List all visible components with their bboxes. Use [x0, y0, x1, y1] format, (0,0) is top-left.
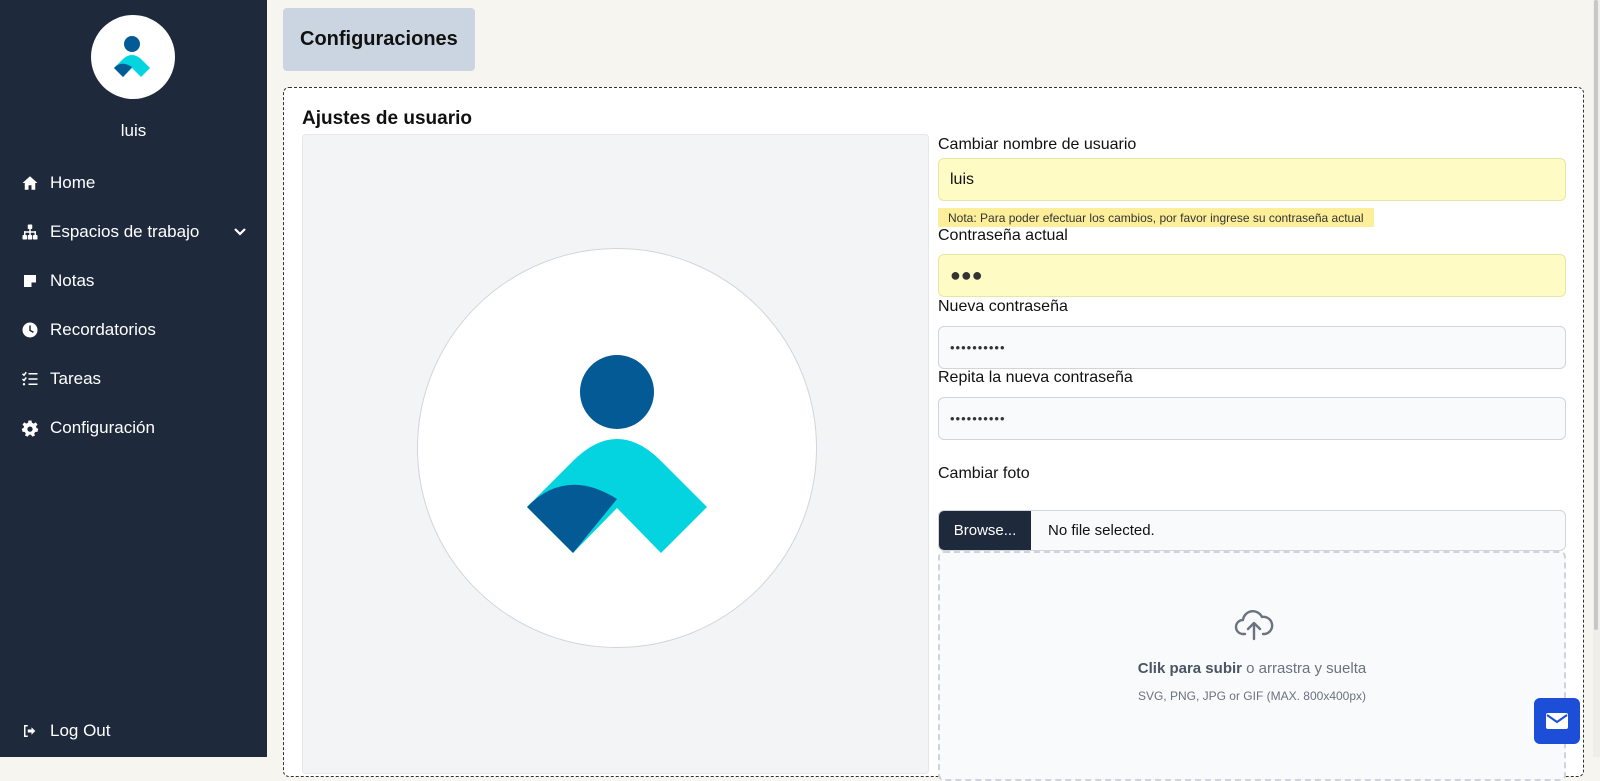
browse-button[interactable]: Browse...	[939, 511, 1031, 550]
file-status: No file selected.	[1048, 522, 1155, 539]
dropzone-text: Clik para subir o arrastra y suelta	[940, 660, 1564, 677]
dropzone-hint: SVG, PNG, JPG or GIF (MAX. 800x400px)	[1137, 689, 1367, 703]
panel-title: Ajustes de usuario	[302, 108, 472, 129]
user-settings-panel: Ajustes de usuario Cambiar nombre de usu…	[283, 87, 1584, 781]
mail-icon	[1546, 713, 1568, 729]
page-scrollbar[interactable]	[1593, 0, 1600, 757]
logout-button[interactable]: Log Out	[20, 719, 111, 743]
chevron-down-icon[interactable]	[232, 224, 248, 240]
main-content: Configuraciones Ajustes de usuario Cambi…	[267, 0, 1600, 781]
logout-icon	[20, 721, 40, 741]
task-list-icon	[20, 369, 40, 389]
sidebar-item-tareas[interactable]: Tareas	[20, 367, 101, 391]
sidebar-item-home[interactable]: Home	[20, 171, 95, 195]
sitemap-icon	[20, 222, 40, 242]
clock-icon	[20, 320, 40, 340]
current-password-input[interactable]: ●●●	[938, 254, 1566, 297]
sidebar-item-label: Recordatorios	[50, 320, 156, 339]
user-logo-icon	[114, 36, 150, 77]
new-password-label: Nueva contraseña	[938, 298, 1068, 315]
username-input[interactable]: luis	[938, 158, 1566, 201]
repeat-password-input[interactable]: ••••••••••	[938, 397, 1566, 440]
page-title: Configuraciones	[283, 8, 475, 71]
sidebar-item-recordatorios[interactable]: Recordatorios	[20, 318, 156, 342]
contact-mail-button[interactable]	[1534, 698, 1580, 744]
password-note: Nota: Para poder efectuar los cambios, p…	[938, 208, 1374, 227]
sidebar-item-label: Notas	[50, 271, 95, 290]
sidebar-item-notas[interactable]: Notas	[20, 269, 94, 293]
sidebar-item-label: Configuración	[50, 418, 155, 437]
home-icon	[20, 173, 40, 193]
gear-icon	[20, 418, 40, 438]
note-icon	[20, 271, 40, 291]
profile-photo	[417, 248, 817, 648]
sidebar-item-espacios[interactable]: Espacios de trabajo	[20, 220, 199, 244]
new-password-input[interactable]: ••••••••••	[938, 326, 1566, 369]
user-logo-icon	[527, 355, 707, 553]
profile-photo-area	[302, 134, 929, 774]
scrollbar-thumb[interactable]	[1594, 0, 1598, 630]
sidebar: luis Home Espacios de trabajo Notas Reco…	[0, 0, 267, 757]
repeat-password-label: Repita la nueva contraseña	[938, 369, 1133, 386]
sidebar-item-label: Espacios de trabajo	[50, 222, 200, 241]
username-label: Cambiar nombre de usuario	[938, 136, 1137, 153]
sidebar-avatar	[91, 15, 175, 99]
upload-dropzone[interactable]: Clik para subir o arrastra y suelta SVG,…	[938, 551, 1566, 781]
dropzone-rest-text: o arrastra y suelta	[1246, 660, 1367, 677]
logout-label: Log Out	[50, 721, 111, 740]
sidebar-item-label: Home	[50, 173, 96, 192]
cloud-upload-icon	[1234, 608, 1274, 642]
dropzone-bold-text: Clik para subir	[1137, 660, 1242, 677]
change-photo-label: Cambiar foto	[938, 465, 1030, 482]
sidebar-username: luis	[120, 121, 147, 140]
file-input[interactable]: Browse... No file selected.	[938, 510, 1566, 551]
sidebar-item-configuracion[interactable]: Configuración	[20, 416, 155, 440]
current-password-label: Contraseña actual	[938, 227, 1068, 244]
sidebar-item-label: Tareas	[50, 369, 102, 388]
